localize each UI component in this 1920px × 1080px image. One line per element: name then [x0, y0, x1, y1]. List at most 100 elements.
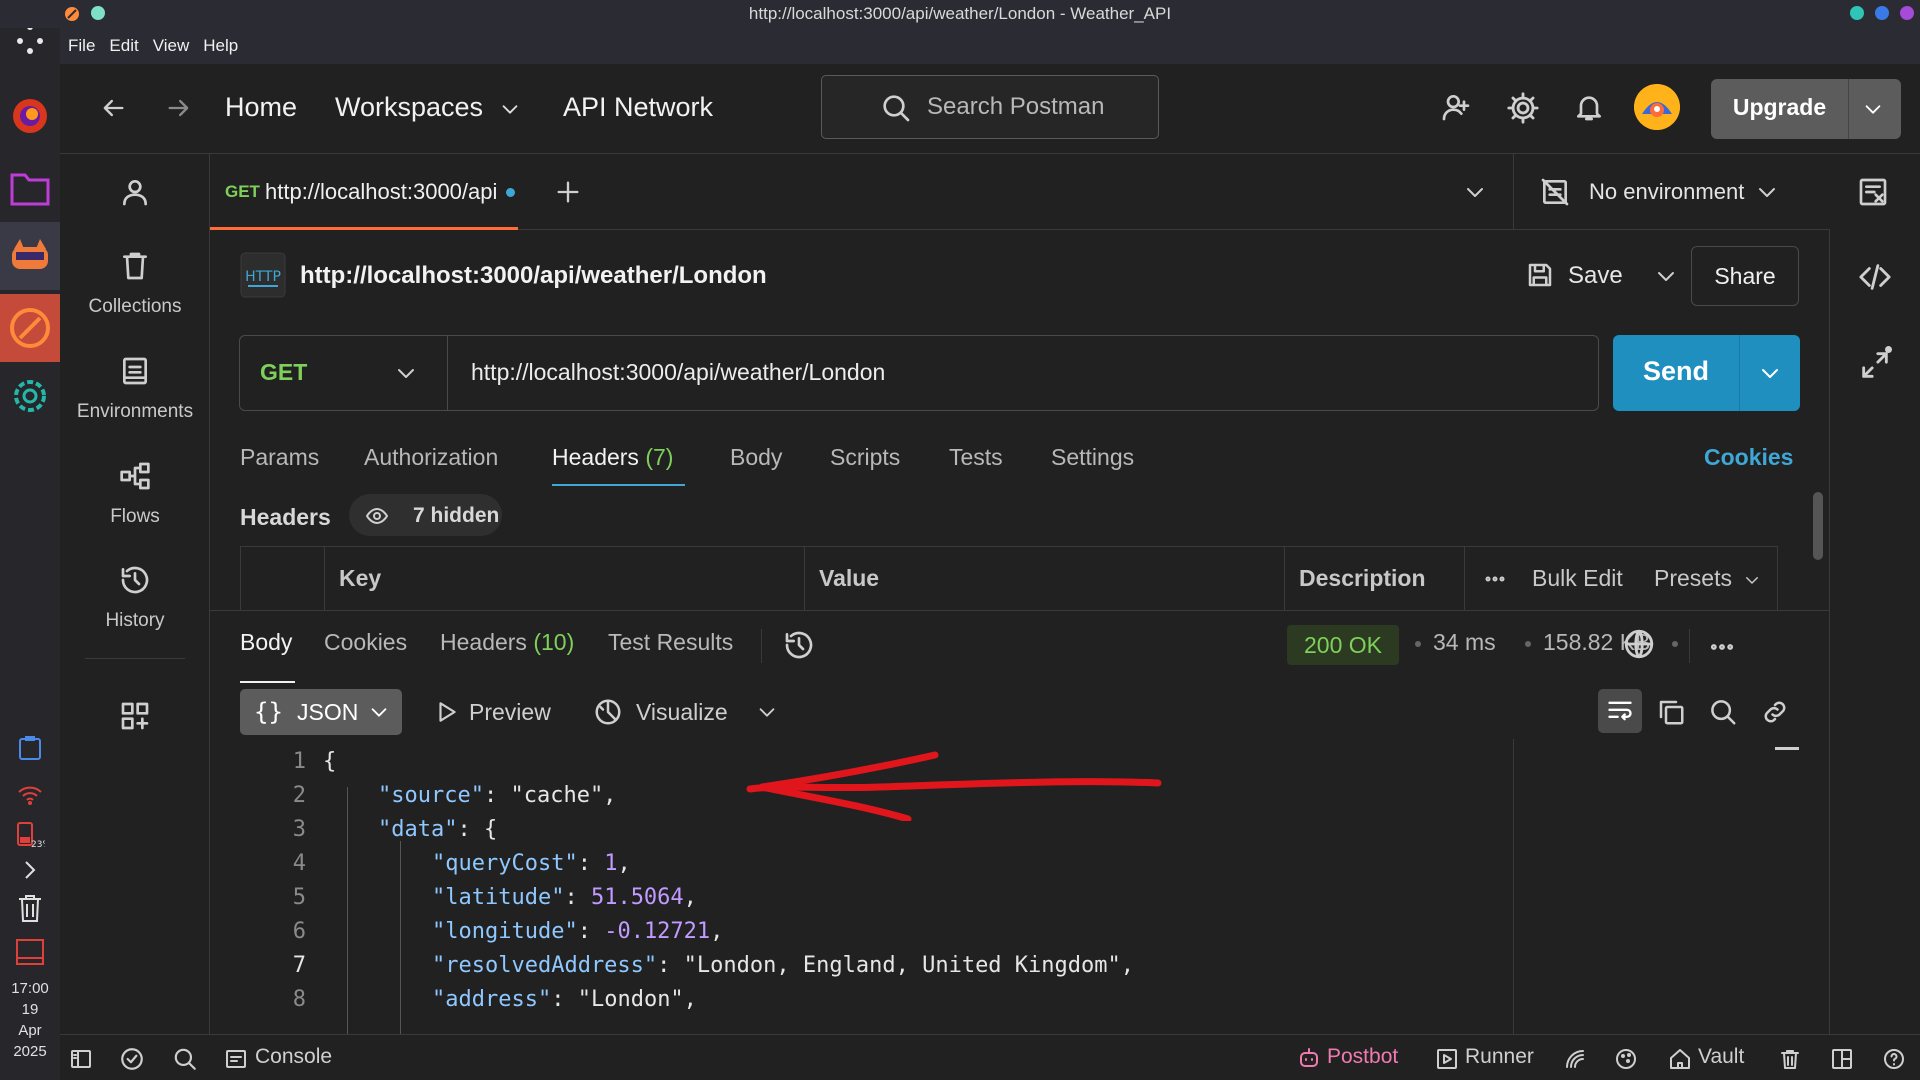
wrap-lines-button[interactable]: [1598, 689, 1642, 733]
play-icon[interactable]: [434, 699, 460, 725]
nav-api-network[interactable]: API Network: [563, 92, 713, 123]
tab-params[interactable]: Params: [240, 444, 319, 471]
layout-icon[interactable]: [1830, 1047, 1854, 1071]
menu-edit[interactable]: Edit: [109, 36, 138, 56]
sidebar-item-history[interactable]: History: [60, 564, 210, 632]
send-button[interactable]: Send: [1613, 335, 1800, 411]
method-select[interactable]: GET: [260, 359, 307, 386]
firefox-icon[interactable]: [0, 84, 60, 148]
plus-icon[interactable]: [554, 178, 582, 206]
search-box[interactable]: Search Postman: [821, 75, 1159, 139]
resp-tab-test-results[interactable]: Test Results: [608, 629, 733, 656]
runner-button[interactable]: Runner: [1465, 1045, 1534, 1069]
format-select[interactable]: {} JSON: [240, 689, 402, 735]
window-controls[interactable]: [1849, 5, 1915, 21]
bulk-edit-button[interactable]: Bulk Edit: [1532, 565, 1623, 592]
cat-app-icon[interactable]: [0, 222, 60, 290]
tab-authorization[interactable]: Authorization: [364, 444, 498, 471]
tab-request[interactable]: GET http://localhost:3000/api/weather/Lo…: [210, 154, 518, 230]
globe-icon[interactable]: [1622, 627, 1656, 661]
share-button[interactable]: Share: [1691, 246, 1799, 306]
trash-icon[interactable]: [0, 888, 60, 928]
battery-icon[interactable]: 23%: [0, 816, 60, 852]
menu-help[interactable]: Help: [203, 36, 238, 56]
bell-icon[interactable]: [1573, 91, 1605, 123]
save-button[interactable]: Save: [1525, 250, 1645, 300]
vault-button[interactable]: Vault: [1698, 1045, 1744, 1069]
tab-tests[interactable]: Tests: [949, 444, 1003, 471]
chevron-right-icon[interactable]: [0, 852, 60, 888]
history-icon[interactable]: [783, 629, 815, 661]
chevron-down-icon[interactable]: [394, 361, 418, 385]
postbot-icon[interactable]: [1297, 1047, 1321, 1071]
menu-file[interactable]: File: [68, 36, 95, 56]
trash-icon[interactable]: [1778, 1047, 1802, 1071]
check-circle-icon[interactable]: [119, 1046, 145, 1072]
add-workspace-icon[interactable]: [119, 700, 151, 732]
chevron-down-icon[interactable]: [1654, 264, 1678, 288]
visualize-button[interactable]: Visualize: [636, 699, 728, 726]
help-icon[interactable]: [1882, 1047, 1906, 1071]
gear-icon[interactable]: [1506, 91, 1540, 125]
visualize-icon[interactable]: [593, 697, 623, 727]
desktop-icon[interactable]: [0, 932, 60, 972]
chevron-down-icon[interactable]: [756, 701, 778, 723]
wifi-icon[interactable]: [0, 780, 60, 810]
code-icon[interactable]: [1858, 260, 1892, 294]
link-icon[interactable]: [1760, 697, 1790, 727]
files-icon[interactable]: [0, 156, 60, 220]
search-icon[interactable]: [1708, 697, 1738, 727]
resp-tab-headers[interactable]: Headers (10): [440, 629, 574, 656]
tab-body[interactable]: Body: [730, 444, 782, 471]
environment-selector[interactable]: No environment: [1513, 154, 1840, 230]
url-input[interactable]: http://localhost:3000/api/weather/London: [471, 359, 885, 386]
resp-tab-cookies[interactable]: Cookies: [324, 629, 407, 656]
response-time[interactable]: 34 ms: [1433, 629, 1496, 656]
runner-icon[interactable]: [1435, 1047, 1459, 1071]
presets-button[interactable]: Presets: [1654, 565, 1732, 592]
forward-arrow-icon[interactable]: [165, 94, 193, 122]
user-icon[interactable]: [119, 176, 151, 208]
menu-view[interactable]: View: [153, 36, 190, 56]
nav-home[interactable]: Home: [225, 92, 297, 123]
sidebar-item-environments[interactable]: Environments: [60, 355, 210, 423]
tab-headers[interactable]: Headers (7): [552, 444, 673, 471]
scrollbar-thumb[interactable]: [1813, 492, 1823, 560]
more-options-icon[interactable]: [1708, 633, 1736, 661]
cookies-link[interactable]: Cookies: [1704, 444, 1793, 471]
console-icon[interactable]: [224, 1047, 248, 1071]
status-badge[interactable]: 200 OK: [1287, 625, 1399, 665]
clipboard-icon[interactable]: [0, 728, 60, 768]
chevron-down-icon[interactable]: [1463, 180, 1487, 204]
more-options-icon[interactable]: [1483, 567, 1507, 591]
environment-quick-look-icon[interactable]: [1857, 176, 1889, 208]
settings-app-icon[interactable]: [0, 364, 60, 428]
nav-workspaces[interactable]: Workspaces: [335, 92, 483, 123]
related-collections-icon[interactable]: [1858, 348, 1892, 382]
console-button[interactable]: Console: [255, 1045, 332, 1069]
postman-icon[interactable]: [0, 294, 60, 362]
resp-tab-body[interactable]: Body: [240, 629, 292, 656]
tab-settings[interactable]: Settings: [1051, 444, 1134, 471]
chevron-down-icon[interactable]: [1758, 361, 1782, 385]
tab-scripts[interactable]: Scripts: [830, 444, 900, 471]
postbot-button[interactable]: Postbot: [1327, 1045, 1398, 1069]
sidebar-toggle-icon[interactable]: [69, 1047, 93, 1071]
chevron-down-icon[interactable]: [1743, 571, 1761, 589]
search-icon[interactable]: [172, 1046, 198, 1072]
request-name[interactable]: http://localhost:3000/api/weather/London: [300, 262, 767, 290]
preview-button[interactable]: Preview: [469, 699, 551, 726]
vault-icon[interactable]: [1668, 1047, 1692, 1071]
cookie-icon[interactable]: [1614, 1047, 1638, 1071]
chevron-down-icon[interactable]: [499, 98, 521, 120]
capture-icon[interactable]: [1563, 1047, 1587, 1071]
chevron-down-icon[interactable]: [1862, 98, 1884, 120]
sidebar-item-collections[interactable]: Collections: [60, 250, 210, 318]
invite-user-icon[interactable]: [1440, 91, 1472, 123]
hidden-headers-toggle[interactable]: 7 hidden: [349, 494, 502, 536]
upgrade-button[interactable]: Upgrade: [1711, 79, 1901, 139]
sidebar-item-flows[interactable]: Flows: [60, 460, 210, 528]
back-arrow-icon[interactable]: [99, 94, 127, 122]
copy-icon[interactable]: [1656, 697, 1686, 727]
avatar[interactable]: [1634, 84, 1680, 130]
